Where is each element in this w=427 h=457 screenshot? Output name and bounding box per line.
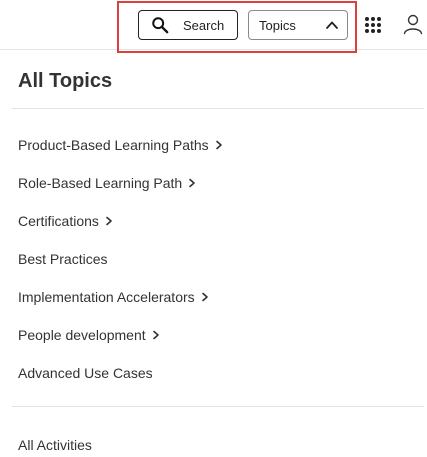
topic-label: Product-Based Learning Paths	[18, 137, 209, 153]
chevron-right-icon	[201, 292, 209, 302]
top-header: Search Topics	[0, 0, 427, 53]
topic-item-product-based-learning-paths[interactable]: Product-Based Learning Paths	[18, 126, 223, 164]
search-icon	[151, 16, 169, 34]
topic-label: Role-Based Learning Path	[18, 175, 183, 191]
divider	[12, 406, 424, 407]
topic-label: Best Practices	[18, 251, 108, 267]
topic-item-people-development[interactable]: People development	[18, 316, 223, 354]
topic-item-role-based-learning-path[interactable]: Role-Based Learning Path	[18, 164, 223, 202]
topic-item-implementation-accelerators[interactable]: Implementation Accelerators	[18, 278, 223, 316]
search-button-label: Search	[183, 17, 225, 33]
topic-item-certifications[interactable]: Certifications	[18, 202, 223, 240]
chevron-right-icon	[188, 178, 196, 188]
topic-label: Implementation Accelerators	[18, 289, 195, 305]
apps-grid-icon[interactable]	[364, 16, 382, 34]
user-icon[interactable]	[402, 13, 424, 35]
chevron-right-icon	[215, 140, 223, 150]
topic-item-best-practices[interactable]: Best Practices	[18, 240, 223, 278]
topic-label: People development	[18, 327, 146, 343]
chevron-up-icon	[325, 18, 339, 32]
topic-label: Advanced Use Cases	[18, 365, 153, 381]
topics-dropdown-button[interactable]: Topics	[248, 10, 348, 40]
page-title: All Topics	[18, 70, 113, 92]
chevron-right-icon	[105, 216, 113, 226]
topic-list: Product-Based Learning Paths Role-Based …	[18, 126, 223, 392]
chevron-right-icon	[152, 330, 160, 340]
search-button[interactable]: Search	[138, 10, 238, 40]
topic-label: Certifications	[18, 213, 99, 229]
topic-item-advanced-use-cases[interactable]: Advanced Use Cases	[18, 354, 223, 392]
topics-button-label: Topics	[259, 17, 296, 33]
divider	[12, 108, 424, 109]
all-activities-link[interactable]: All Activities	[18, 437, 92, 453]
